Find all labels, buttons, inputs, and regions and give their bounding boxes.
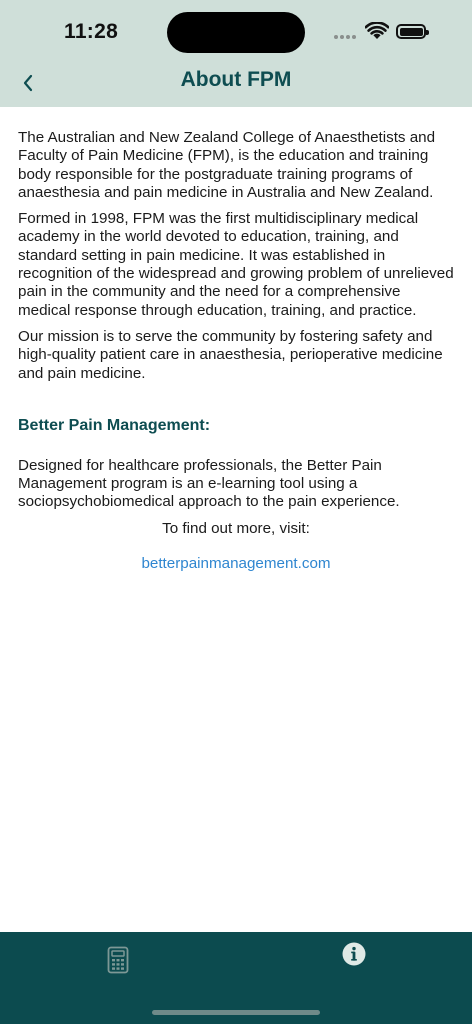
section-description: Designed for healthcare professionals, t… bbox=[18, 456, 400, 511]
about-content: The Australian and New Zealand College o… bbox=[18, 129, 454, 572]
tab-calculator[interactable] bbox=[98, 940, 138, 980]
history-paragraph: Formed in 1998, FPM was the first multid… bbox=[18, 210, 454, 319]
calculator-icon bbox=[107, 946, 129, 974]
mission-paragraph: Our mission is to serve the community by… bbox=[18, 327, 443, 382]
chevron-left-icon bbox=[23, 74, 33, 92]
cellular-signal-icon bbox=[334, 35, 360, 39]
navigation-header: 11:28 About FPM bbox=[0, 0, 472, 107]
info-icon bbox=[342, 942, 366, 966]
section-heading: Better Pain Management: bbox=[18, 416, 211, 434]
find-out-more-text: To find out more, visit: bbox=[162, 519, 310, 537]
dynamic-island bbox=[167, 12, 305, 53]
status-time: 11:28 bbox=[64, 20, 119, 43]
home-indicator bbox=[152, 1010, 320, 1015]
intro-paragraph: The Australian and New Zealand College o… bbox=[18, 129, 436, 201]
battery-icon bbox=[396, 24, 429, 39]
wifi-icon bbox=[364, 21, 390, 40]
back-button[interactable] bbox=[14, 68, 42, 98]
status-bar: 11:28 bbox=[0, 0, 472, 60]
website-link[interactable]: betterpainmanagement.com bbox=[18, 555, 454, 572]
page-title: About FPM bbox=[180, 68, 292, 91]
tab-info[interactable] bbox=[334, 934, 374, 974]
